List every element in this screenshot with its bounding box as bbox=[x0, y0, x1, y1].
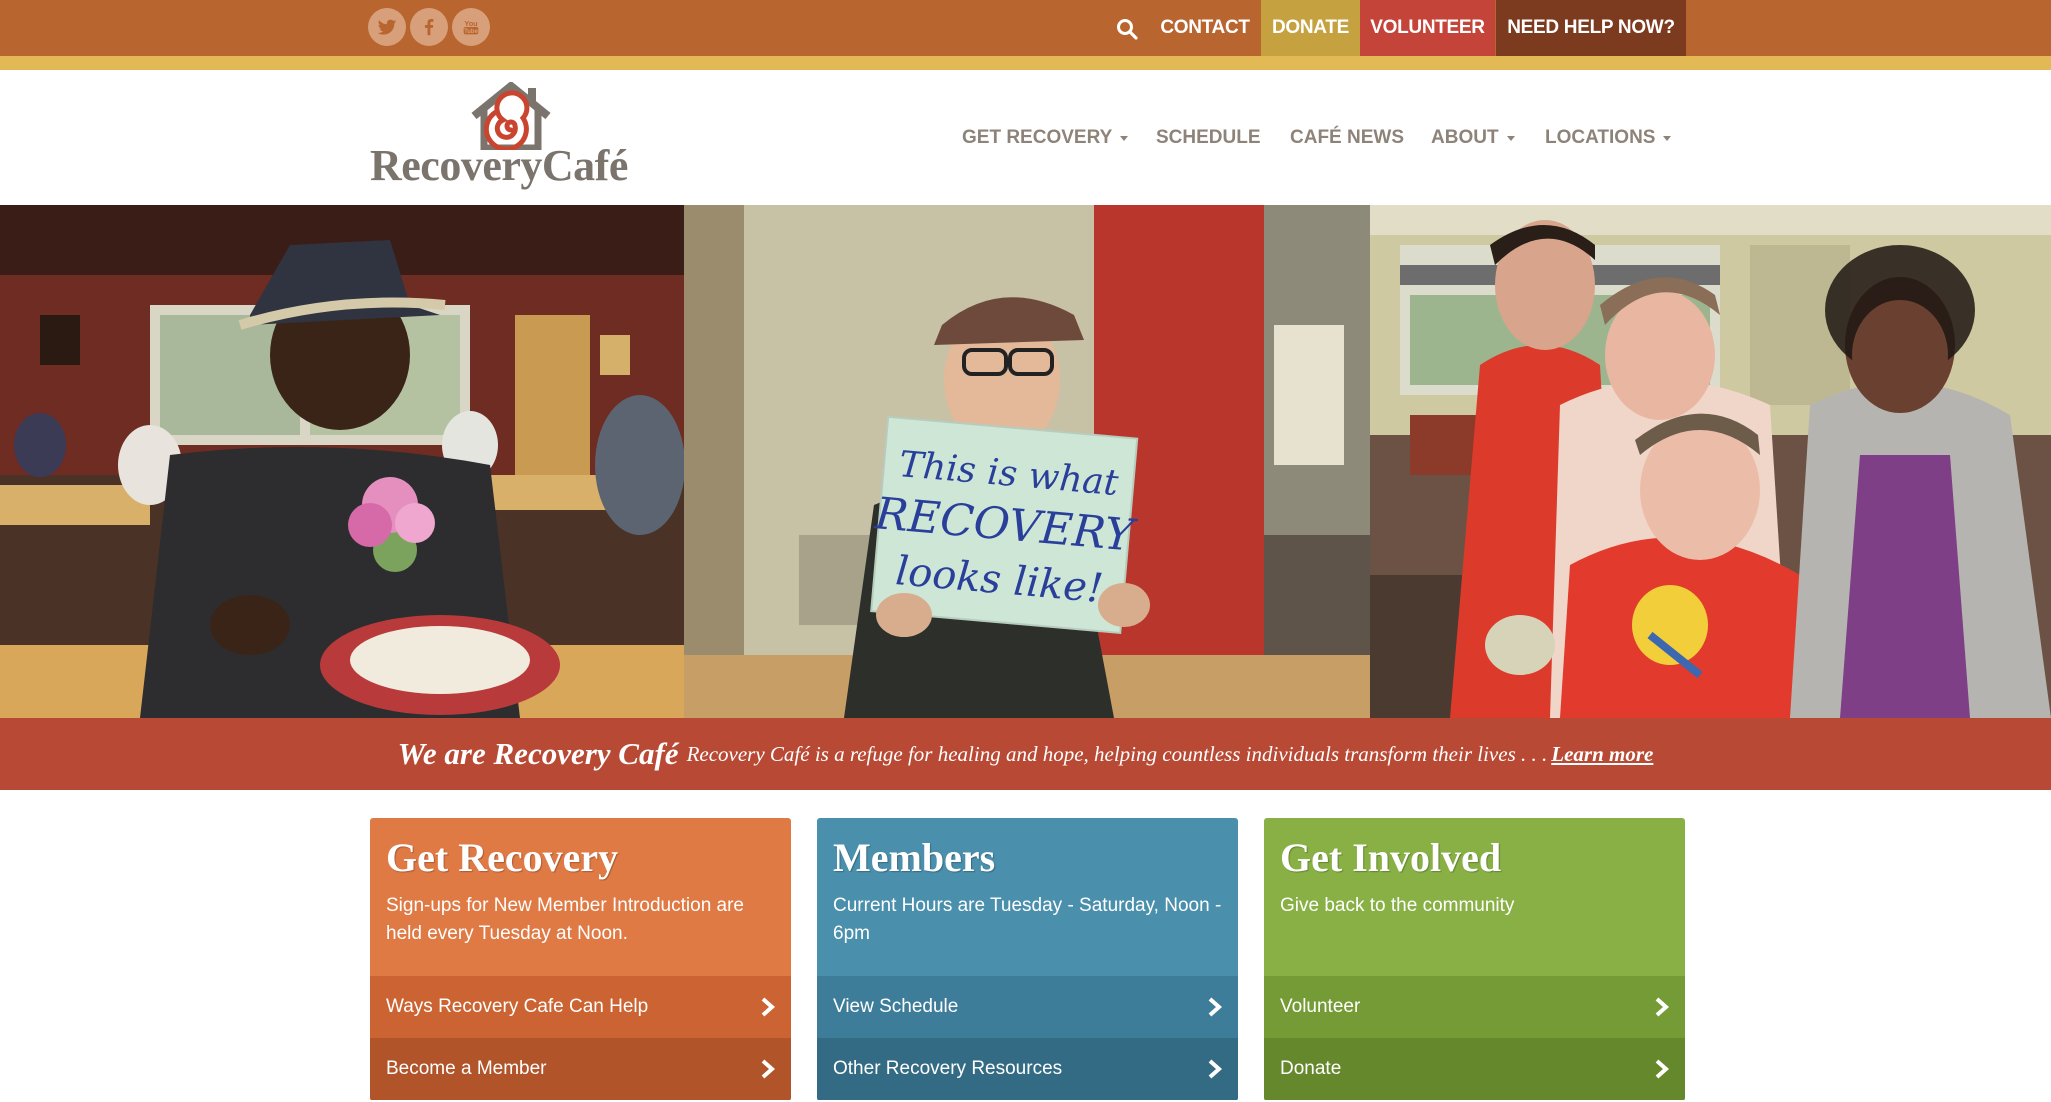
card-get-recovery: Get Recovery Sign-ups for New Member Int… bbox=[370, 818, 791, 1101]
hero-photo-woman-with-sign: This is what RECOVERY looks like! bbox=[684, 205, 1370, 718]
card-link-label: Other Recovery Resources bbox=[833, 1058, 1063, 1079]
intro-banner: We are Recovery Café Recovery Café is a … bbox=[0, 718, 2051, 790]
nav-about[interactable]: ABOUT bbox=[1431, 124, 1515, 152]
become-a-member-link[interactable]: Become a Member bbox=[370, 1038, 791, 1100]
need-help-button[interactable]: NEED HELP NOW? bbox=[1496, 0, 1686, 56]
hero-photo-man-with-flowers bbox=[0, 205, 684, 718]
banner-title: We are Recovery Café bbox=[397, 736, 679, 771]
search-icon[interactable] bbox=[1110, 12, 1144, 46]
card-header: Get Involved Give back to the community bbox=[1264, 818, 1685, 976]
donate-link[interactable]: Donate bbox=[1264, 1038, 1685, 1100]
nav-schedule[interactable]: SCHEDULE bbox=[1156, 124, 1261, 152]
donate-button[interactable]: DONATE bbox=[1261, 0, 1360, 56]
chevron-down-icon bbox=[1120, 135, 1129, 141]
nav-cafe-news[interactable]: CAFÉ NEWS bbox=[1290, 124, 1404, 152]
logo-wordmark: RecoveryCafé bbox=[370, 141, 628, 190]
volunteer-link[interactable]: Volunteer bbox=[1264, 976, 1685, 1038]
card-title: Members bbox=[833, 835, 996, 880]
card-subtitle: Current Hours are Tuesday - Saturday, No… bbox=[833, 895, 1222, 944]
view-schedule-link[interactable]: View Schedule bbox=[817, 976, 1238, 1038]
card-subtitle: Sign-ups for New Member Introduction are… bbox=[386, 895, 744, 944]
chevron-right-icon bbox=[761, 997, 776, 1017]
nav-label: GET RECOVERY bbox=[962, 127, 1113, 148]
chevron-right-icon bbox=[761, 1059, 776, 1079]
contact-link[interactable]: CONTACT bbox=[1150, 0, 1260, 56]
chevron-down-icon bbox=[1506, 135, 1515, 141]
gold-divider bbox=[0, 56, 2051, 70]
nav-label: CAFÉ NEWS bbox=[1290, 127, 1404, 148]
youtube-icon[interactable]: You Tube bbox=[452, 8, 490, 46]
card-get-involved: Get Involved Give back to the community … bbox=[1264, 818, 1685, 1101]
card-link-label: Ways Recovery Cafe Can Help bbox=[386, 996, 649, 1017]
chevron-right-icon bbox=[1655, 1059, 1670, 1079]
facebook-icon[interactable] bbox=[410, 8, 448, 46]
other-recovery-resources-link[interactable]: Other Recovery Resources bbox=[817, 1038, 1238, 1100]
nav-get-recovery[interactable]: GET RECOVERY bbox=[962, 124, 1129, 152]
svg-text:You: You bbox=[464, 19, 477, 28]
hero-photo-group-of-friends bbox=[1370, 205, 2051, 718]
learn-more-link[interactable]: Learn more bbox=[1551, 742, 1653, 767]
nav-locations[interactable]: LOCATIONS bbox=[1545, 124, 1672, 152]
svg-text:Tube: Tube bbox=[464, 29, 478, 35]
card-title: Get Involved bbox=[1280, 835, 1502, 880]
ways-recovery-cafe-can-help-link[interactable]: Ways Recovery Cafe Can Help bbox=[370, 976, 791, 1038]
volunteer-button[interactable]: VOLUNTEER bbox=[1360, 0, 1495, 56]
banner-text: Recovery Café is a refuge for healing an… bbox=[686, 741, 1548, 766]
card-link-label: View Schedule bbox=[833, 996, 959, 1017]
card-header: Members Current Hours are Tuesday - Satu… bbox=[817, 818, 1238, 976]
card-members: Members Current Hours are Tuesday - Satu… bbox=[817, 818, 1238, 1101]
card-link-label: Become a Member bbox=[386, 1058, 547, 1079]
nav-label: LOCATIONS bbox=[1545, 127, 1656, 148]
chevron-down-icon bbox=[1663, 135, 1672, 141]
chevron-right-icon bbox=[1655, 997, 1670, 1017]
card-link-label: Volunteer bbox=[1280, 996, 1361, 1017]
recovery-cafe-logo[interactable]: RecoveryCafé bbox=[370, 82, 660, 192]
card-link-label: Donate bbox=[1280, 1058, 1342, 1079]
nav-label: ABOUT bbox=[1431, 127, 1499, 148]
hero-photo-strip: This is what RECOVERY looks like! bbox=[0, 205, 2051, 718]
card-subtitle: Give back to the community bbox=[1280, 895, 1515, 916]
top-bar: You Tube CONTACT DONATE VOLUNTEER NEED HE… bbox=[0, 0, 2051, 56]
nav-label: SCHEDULE bbox=[1156, 127, 1261, 148]
twitter-icon[interactable] bbox=[368, 8, 406, 46]
card-title: Get Recovery bbox=[386, 835, 619, 880]
chevron-right-icon bbox=[1208, 1059, 1223, 1079]
card-header: Get Recovery Sign-ups for New Member Int… bbox=[370, 818, 791, 976]
chevron-right-icon bbox=[1208, 997, 1223, 1017]
